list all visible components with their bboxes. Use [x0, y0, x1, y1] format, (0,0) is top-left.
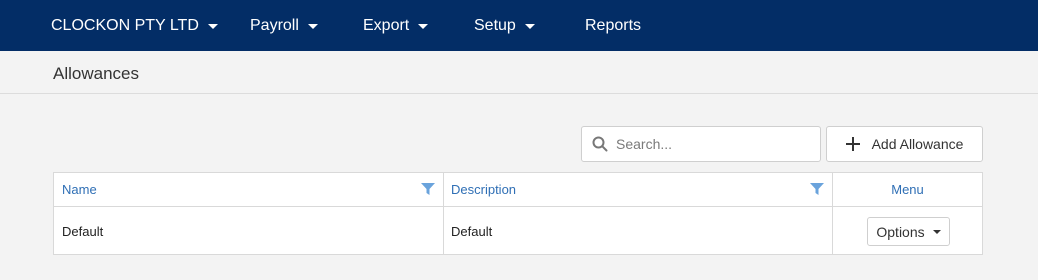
table-row-description-cell: Default: [444, 208, 832, 255]
column-header-description-label: Description: [451, 182, 517, 197]
plus-icon: [845, 137, 860, 151]
filter-icon[interactable]: [421, 182, 435, 196]
nav-setup-label: Setup: [474, 16, 516, 34]
table-cell-name: Default: [62, 224, 104, 239]
column-header-name-label: Name: [62, 182, 97, 197]
chevron-down-icon: [307, 23, 318, 29]
nav-company-label: CLOCKON PTY LTD: [51, 16, 199, 34]
table-row-name-cell: Default: [54, 208, 443, 255]
nav-reports-label: Reports: [585, 16, 642, 34]
page-title: Allowances: [53, 64, 139, 83]
allowances-table: Name Description Menu Default Default Op…: [53, 172, 983, 255]
add-allowance-label: Add Allowance: [871, 136, 964, 152]
column-header-description[interactable]: Description: [444, 173, 832, 207]
nav-setup-menu[interactable]: Setup: [474, 0, 535, 51]
column-header-menu: Menu: [833, 173, 982, 207]
chevron-down-icon: [207, 23, 218, 29]
nav-payroll-menu[interactable]: Payroll: [250, 0, 318, 51]
nav-export-menu[interactable]: Export: [363, 0, 429, 51]
chevron-down-icon: [932, 229, 941, 234]
nav-reports-link[interactable]: Reports: [585, 0, 641, 51]
page-header: Allowances: [0, 51, 1038, 94]
filter-icon[interactable]: [810, 182, 824, 196]
add-allowance-button[interactable]: Add Allowance: [826, 126, 983, 162]
table-cell-description: Default: [451, 224, 493, 239]
nav-payroll-label: Payroll: [250, 16, 299, 34]
chevron-down-icon: [418, 23, 429, 29]
chevron-down-icon: [524, 23, 535, 29]
nav-export-label: Export: [363, 16, 410, 34]
column-header-name[interactable]: Name: [54, 173, 443, 207]
options-label: Options: [876, 223, 925, 240]
search-input[interactable]: [616, 127, 816, 161]
top-navbar: CLOCKON PTY LTD Payroll Export Setup Rep…: [0, 0, 1038, 51]
column-header-menu-label: Menu: [891, 182, 924, 197]
search-icon: [592, 136, 608, 152]
nav-company-menu[interactable]: CLOCKON PTY LTD: [51, 0, 218, 51]
options-dropdown-button[interactable]: Options: [867, 217, 950, 246]
search-box: [581, 126, 821, 162]
